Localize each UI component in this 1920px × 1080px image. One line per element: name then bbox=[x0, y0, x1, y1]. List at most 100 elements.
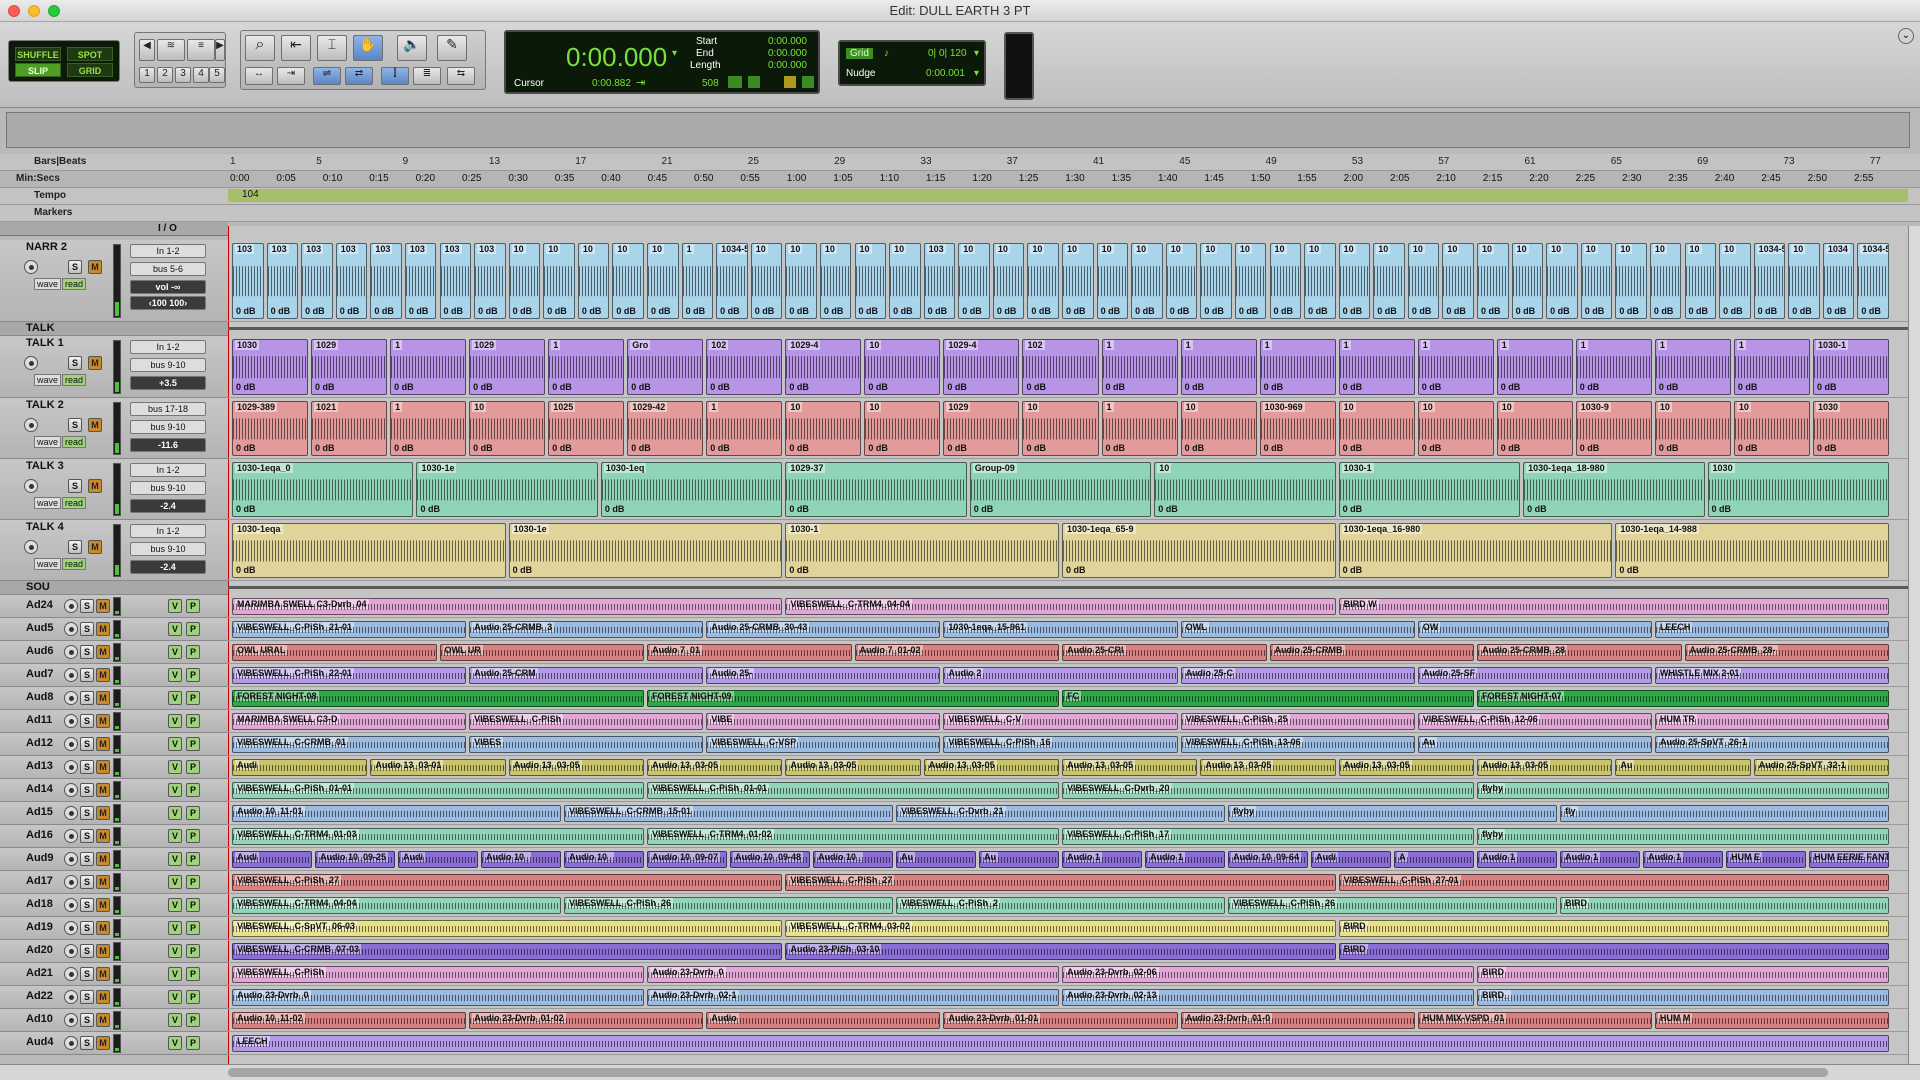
audio-clip[interactable]: 1029-389 0 dB bbox=[232, 401, 309, 456]
voice-button[interactable]: V bbox=[168, 622, 182, 636]
record-arm-button[interactable] bbox=[64, 852, 78, 866]
track-lane-ad18[interactable]: VIBESWELL_C-TRM4_04-04VIBESWELL_C-PiSh_2… bbox=[228, 894, 1908, 917]
voice-button[interactable]: V bbox=[168, 852, 182, 866]
min-secs-ruler[interactable]: Min:Secs 0:00 0:05 0:10 0:15 0:20 0:25 0:30 0:3… bbox=[0, 171, 1920, 188]
audio-clip[interactable]: 10 0 dB bbox=[1131, 243, 1163, 319]
track-lane-ad12[interactable]: VIBESWELL_C-CRMB_01VIBESVIBESWELL_C-VSPV… bbox=[228, 733, 1908, 756]
audio-zoom-icon[interactable]: ≋ bbox=[157, 39, 185, 61]
audio-clip[interactable]: 1 0 dB bbox=[1338, 339, 1415, 395]
audio-clip[interactable]: VIBESWELL_C-Dvrb_20 bbox=[1062, 782, 1474, 799]
voice-button[interactable]: V bbox=[168, 760, 182, 774]
mute-button[interactable]: M bbox=[96, 898, 110, 912]
audio-clip[interactable]: Audio 1 bbox=[1062, 851, 1142, 868]
track-lane-talk2[interactable]: 1029-389 0 dB 1021 0 dB 1 0 dB 10 0 dB 1025 0 dB 1… bbox=[228, 398, 1908, 459]
track-lane-ad17[interactable]: VIBESWELL_C-PiSh_27VIBESWELL_C-PiSh_27VI… bbox=[228, 871, 1908, 894]
audio-clip[interactable]: 1029-37 0 dB bbox=[785, 462, 967, 517]
voice-button[interactable]: V bbox=[168, 714, 182, 728]
audio-clip[interactable]: 10 0 dB bbox=[1269, 243, 1302, 319]
audio-clip[interactable]: VIBESWELL_C-TRM4_04-04 bbox=[232, 897, 561, 914]
audio-clip[interactable]: Audio 13_03-05 bbox=[508, 759, 644, 776]
solo-button[interactable]: S bbox=[68, 356, 82, 370]
audio-clip[interactable]: 1030-1e 0 dB bbox=[508, 523, 783, 578]
solo-button[interactable]: S bbox=[80, 599, 94, 613]
track-name[interactable]: Ad16 bbox=[26, 829, 53, 841]
audio-clip[interactable]: Audio bbox=[706, 1012, 941, 1029]
solo-button[interactable]: S bbox=[80, 1013, 94, 1027]
audio-clip[interactable]: VIBESWELL_C-SpVT_06-03 bbox=[232, 920, 783, 937]
continuous-scroll-icon[interactable]: ⇆ bbox=[447, 67, 475, 85]
tab-to-transients-icon[interactable]: ⫿ bbox=[381, 67, 409, 85]
bars-beats-ruler[interactable]: Bars|Beats 1 5 9 13 17 21 25 29 33 37 41 45 49 53 57 61… bbox=[0, 154, 1920, 171]
solo-button[interactable]: S bbox=[80, 875, 94, 889]
volume-value[interactable]: -2.4 bbox=[130, 499, 206, 513]
audio-clip[interactable]: Audio 1 bbox=[1145, 851, 1225, 868]
audio-clip[interactable]: 1030-1eqa 0 dB bbox=[232, 523, 506, 578]
audio-clip[interactable]: OWL UR bbox=[439, 644, 644, 661]
audio-clip[interactable]: 1029 0 dB bbox=[311, 339, 388, 395]
voice-button[interactable]: V bbox=[168, 875, 182, 889]
audio-clip[interactable]: Audio 25-CRI bbox=[1062, 644, 1267, 661]
audio-clip[interactable]: BIRD_ bbox=[1477, 989, 1889, 1006]
track-lane-ad11[interactable]: MARIMBA SWELL C3-DVIBESWELL_C-PiShVIBEVI… bbox=[228, 710, 1908, 733]
audio-clip[interactable]: flyby bbox=[1477, 828, 1889, 845]
grid-chevron-icon[interactable]: ▾ bbox=[974, 48, 979, 59]
audio-clip[interactable]: FOREST NIGHT-09 bbox=[647, 690, 1059, 707]
voice-button[interactable]: V bbox=[168, 898, 182, 912]
track-lane-ad20[interactable]: VIBESWELL_C-CRMB_07-03Audio 23-PiSh_03-1… bbox=[228, 940, 1908, 963]
track-name[interactable]: Aud4 bbox=[26, 1036, 54, 1048]
record-arm-button[interactable] bbox=[64, 898, 78, 912]
audio-clip[interactable]: 1034-530 0 dB bbox=[1753, 243, 1786, 319]
audio-clip[interactable]: Audio 10_11-02 bbox=[232, 1012, 467, 1029]
length-value[interactable]: 0:00.000 bbox=[768, 60, 807, 71]
output-selector[interactable]: bus 9-10 bbox=[130, 542, 206, 556]
zoom-out-icon[interactable]: ◀ bbox=[139, 39, 155, 61]
audio-clip[interactable]: WHISTLE MIX 2-01 bbox=[1654, 667, 1889, 684]
audio-clip[interactable]: 10 0 dB bbox=[1615, 243, 1647, 319]
track-lane-ad10[interactable]: Audio 10_11-02Audio 23-Dvrb_01-02AudioAu… bbox=[228, 1009, 1908, 1032]
audio-clip[interactable]: VIBESWELL_C-PiSh bbox=[469, 713, 704, 730]
audio-clip[interactable]: OW bbox=[1417, 621, 1652, 638]
audio-clip[interactable]: Audio 25-CRMB_3 bbox=[469, 621, 704, 638]
solo-button[interactable]: S bbox=[80, 737, 94, 751]
audio-clip[interactable]: 1 0 dB bbox=[1101, 339, 1178, 395]
record-arm-button[interactable] bbox=[64, 714, 78, 728]
audio-clip[interactable]: 10 0 dB bbox=[992, 243, 1025, 319]
audio-clip[interactable]: 10 0 dB bbox=[543, 243, 575, 319]
audio-clip[interactable]: 10 0 dB bbox=[508, 243, 541, 319]
volume-value[interactable]: +3.5 bbox=[130, 376, 206, 390]
audio-clip[interactable]: Audio 13_03-05 bbox=[785, 759, 921, 776]
track-name[interactable]: Aud6 bbox=[26, 645, 54, 657]
audio-clip[interactable]: VIBESWELL_C-PiSh_27 bbox=[785, 874, 1336, 891]
audio-clip[interactable]: 1 0 dB bbox=[681, 243, 714, 319]
audio-clip[interactable]: 1 0 dB bbox=[390, 339, 467, 395]
solo-button[interactable]: S bbox=[80, 714, 94, 728]
audio-clip[interactable]: 1 0 dB bbox=[1180, 339, 1257, 395]
nudge-chevron-icon[interactable]: ▾ bbox=[974, 68, 979, 79]
audio-clip[interactable]: HUM M bbox=[1654, 1012, 1889, 1029]
audio-clip[interactable]: BIRD W bbox=[1338, 598, 1889, 615]
zoom-preset-4[interactable]: 4 bbox=[193, 67, 209, 83]
voice-button[interactable]: V bbox=[168, 990, 182, 1004]
track-lane-ad13[interactable]: AudiAudio 13_03-01Audio 13_03-05Audio 13… bbox=[228, 756, 1908, 779]
audio-clip[interactable]: 10 0 dB bbox=[854, 243, 887, 319]
scrubber-speaker-icon[interactable]: 🔈 bbox=[397, 35, 427, 61]
audio-clip[interactable]: VIBES bbox=[469, 736, 704, 753]
solo-button[interactable]: S bbox=[80, 691, 94, 705]
audio-clip[interactable]: 10 0 dB bbox=[958, 243, 990, 319]
audio-clip[interactable]: Audio 23-Dvrb_01-02 bbox=[469, 1012, 704, 1029]
audio-clip[interactable]: LEECH bbox=[232, 1035, 1889, 1052]
grid-icon[interactable] bbox=[728, 76, 742, 88]
voice-button[interactable]: V bbox=[168, 829, 182, 843]
track-name[interactable]: Ad10 bbox=[26, 1013, 53, 1025]
record-arm-button[interactable] bbox=[64, 921, 78, 935]
mute-button[interactable]: M bbox=[96, 875, 110, 889]
record-arm-button[interactable] bbox=[64, 622, 78, 636]
audio-clip[interactable]: MARIMBA SWELL C3-D bbox=[232, 713, 467, 730]
track-name[interactable]: NARR 2 bbox=[26, 241, 67, 253]
zoom-preset-1[interactable]: 1 bbox=[139, 67, 155, 83]
voice-button[interactable]: V bbox=[168, 691, 182, 705]
record-arm-button[interactable] bbox=[64, 967, 78, 981]
audio-clip[interactable]: Audio 25-SpVT_32-1 bbox=[1753, 759, 1889, 776]
audio-clip[interactable]: Audio 13_03-05 bbox=[1477, 759, 1613, 776]
automation-mode[interactable]: read bbox=[62, 278, 87, 290]
